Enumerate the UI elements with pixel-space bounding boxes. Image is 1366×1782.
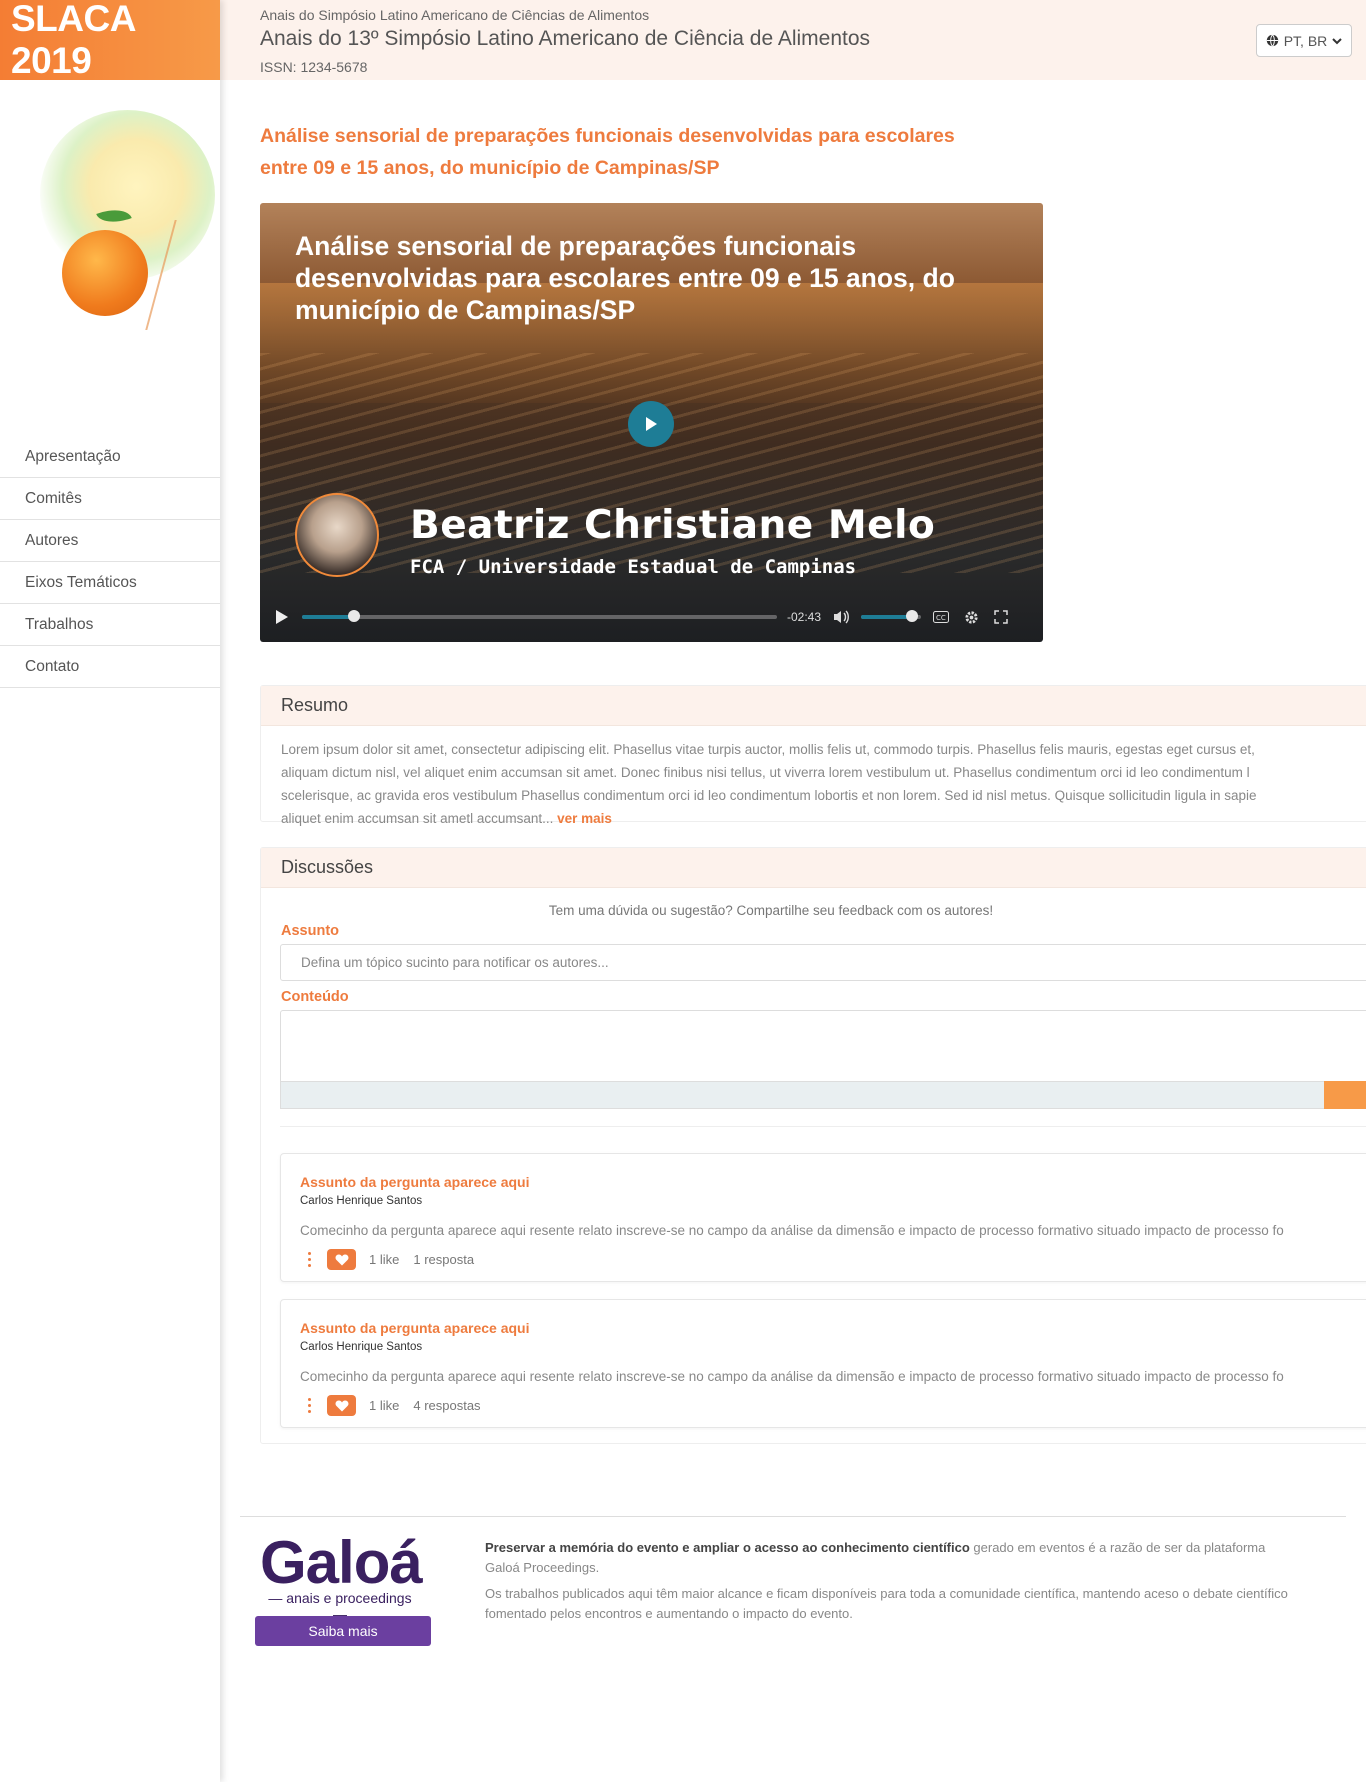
settings-icon bbox=[964, 610, 978, 624]
question-text: Comecinho da pergunta aparece aqui resen… bbox=[300, 1223, 1284, 1238]
control-play-button[interactable] bbox=[272, 607, 292, 627]
divider bbox=[280, 1126, 1366, 1127]
heart-icon bbox=[335, 1400, 348, 1411]
saiba-mais-button[interactable]: Saiba mais bbox=[255, 1616, 431, 1646]
question-actions: 1 like 4 respostas bbox=[303, 1395, 481, 1416]
chevron-down-icon bbox=[1332, 37, 1342, 44]
captions-icon: CC bbox=[933, 611, 950, 623]
question-subject[interactable]: Assunto da pergunta aparece aqui bbox=[300, 1320, 530, 1336]
fullscreen-button[interactable] bbox=[991, 607, 1011, 627]
heart-icon bbox=[335, 1254, 348, 1265]
presenter-institution: FCA / Universidade Estadual de Campinas bbox=[410, 556, 857, 578]
sidebar-nav: Apresentação Comitês Autores Eixos Temát… bbox=[0, 436, 220, 688]
presenter-avatar bbox=[295, 493, 379, 577]
discussions-hint: Tem uma dúvida ou sugestão? Compartilhe … bbox=[548, 903, 994, 918]
volume-button[interactable] bbox=[831, 607, 851, 627]
sidebar: SLACA 2019 13 SLACA Apresentação Comitês… bbox=[0, 0, 220, 1782]
resumo-text: Lorem ipsum dolor sit amet, consectetur … bbox=[261, 726, 1366, 842]
ver-mais-link[interactable]: ver mais bbox=[557, 811, 612, 826]
fullscreen-icon bbox=[994, 610, 1008, 624]
reply-count[interactable]: 4 respostas bbox=[413, 1398, 480, 1413]
progress-bar[interactable] bbox=[302, 610, 777, 622]
volume-handle[interactable] bbox=[906, 610, 919, 622]
language-label: PT, BR bbox=[1283, 32, 1328, 49]
discussions-heading: Discussões bbox=[261, 848, 1366, 888]
brand-title[interactable]: SLACA 2019 bbox=[0, 0, 220, 81]
footer-divider bbox=[240, 1516, 1346, 1517]
like-count: 1 like bbox=[369, 1398, 400, 1413]
resumo-line: aliquet enim accumsan sit ametl accumsan… bbox=[281, 807, 1359, 830]
more-icon[interactable] bbox=[303, 1398, 315, 1413]
subject-input[interactable]: Defina um tópico sucinto para notificar … bbox=[280, 944, 1366, 981]
globe-icon bbox=[1266, 34, 1278, 47]
more-icon[interactable] bbox=[303, 1252, 315, 1267]
like-button[interactable] bbox=[327, 1395, 356, 1416]
footer-text: Preservar a memória do evento e ampliar … bbox=[485, 1538, 1295, 1624]
event-logo[interactable]: 13 SLACA bbox=[0, 80, 220, 350]
sidebar-item-apresentacao[interactable]: Apresentação bbox=[0, 436, 220, 478]
like-button[interactable] bbox=[327, 1249, 356, 1270]
sidebar-item-autores[interactable]: Autores bbox=[0, 520, 220, 562]
sidebar-item-trabalhos[interactable]: Trabalhos bbox=[0, 604, 220, 646]
header-title[interactable]: Anais do 13º Simpósio Latino Americano d… bbox=[260, 27, 870, 51]
editor-toolbar bbox=[280, 1081, 1366, 1109]
question-card: Assunto da pergunta aparece aqui Carlos … bbox=[280, 1299, 1366, 1428]
galoa-logo[interactable]: Galoá — anais e proceedings — bbox=[260, 1529, 423, 1623]
page-title: Análise sensorial de preparações funcion… bbox=[260, 125, 955, 179]
volume-slider[interactable] bbox=[861, 610, 922, 622]
question-subject[interactable]: Assunto da pergunta aparece aqui bbox=[300, 1174, 530, 1190]
header-issn: ISSN: 1234-5678 bbox=[260, 59, 368, 75]
resumo-line: scelerisque, ac gravida eros vestibulum … bbox=[281, 788, 1257, 803]
content-label: Conteúdo bbox=[281, 989, 349, 1005]
discussions-card: Discussões Tem uma dúvida ou sugestão? C… bbox=[260, 847, 1366, 1444]
subject-label: Assunto bbox=[281, 923, 339, 939]
question-author: Carlos Henrique Santos bbox=[300, 1195, 423, 1207]
play-icon bbox=[276, 610, 288, 624]
volume-fill bbox=[861, 615, 913, 619]
video-controls: -02:43 CC bbox=[260, 592, 1043, 642]
progress-fill bbox=[302, 615, 355, 619]
submit-button[interactable] bbox=[1324, 1081, 1366, 1109]
svg-text:CC: CC bbox=[936, 614, 946, 622]
sidebar-item-eixos-tematicos[interactable]: Eixos Temáticos bbox=[0, 562, 220, 604]
progress-handle[interactable] bbox=[348, 610, 361, 622]
resumo-card: Resumo Lorem ipsum dolor sit amet, conse… bbox=[260, 685, 1366, 826]
volume-icon bbox=[834, 610, 849, 624]
play-button[interactable] bbox=[628, 401, 674, 447]
page-header: Anais do Simpósio Latino Americano de Ci… bbox=[220, 0, 1366, 80]
resumo-line: Lorem ipsum dolor sit amet, consectetur … bbox=[281, 742, 1255, 757]
resumo-line: aliquam dictum nisl, vel aliquet enim ac… bbox=[281, 765, 1250, 780]
reply-count[interactable]: 1 resposta bbox=[413, 1252, 474, 1267]
question-actions: 1 like 1 resposta bbox=[303, 1249, 474, 1270]
sidebar-item-comites[interactable]: Comitês bbox=[0, 478, 220, 520]
time-remaining: -02:43 bbox=[787, 610, 822, 624]
footer-paragraph-2: Os trabalhos publicados aqui têm maior a… bbox=[485, 1586, 1288, 1621]
presenter-name: Beatriz Christiane Melo bbox=[410, 503, 936, 548]
logo-text: 13 SLACA bbox=[2, 342, 220, 350]
play-icon bbox=[646, 417, 657, 431]
footer-paragraph-1-bold: Preservar a memória do evento e ampliar … bbox=[485, 1540, 970, 1555]
galoa-logo-word: Galoá bbox=[260, 1529, 423, 1596]
header-kicker: Anais do Simpósio Latino Americano de Ci… bbox=[260, 7, 650, 23]
resumo-heading: Resumo bbox=[261, 686, 1366, 726]
captions-button[interactable]: CC bbox=[931, 607, 951, 627]
video-title: Análise sensorial de preparações funcion… bbox=[295, 231, 955, 325]
sidebar-item-contato[interactable]: Contato bbox=[0, 646, 220, 688]
language-select[interactable]: PT, BR bbox=[1256, 24, 1352, 57]
question-card: Assunto da pergunta aparece aqui Carlos … bbox=[280, 1153, 1366, 1282]
question-author: Carlos Henrique Santos bbox=[300, 1341, 423, 1353]
resumo-line-text: aliquet enim accumsan sit ametl accumsan… bbox=[281, 811, 554, 826]
like-count: 1 like bbox=[369, 1252, 400, 1267]
question-text: Comecinho da pergunta aparece aqui resen… bbox=[300, 1369, 1284, 1384]
content-textarea[interactable] bbox=[280, 1010, 1366, 1092]
settings-button[interactable] bbox=[961, 607, 981, 627]
video-player[interactable]: Análise sensorial de preparações funcion… bbox=[260, 203, 1043, 642]
footer-paragraph-1: Preservar a memória do evento e ampliar … bbox=[485, 1538, 1295, 1578]
galoa-logo-subtitle-text: anais e proceedings bbox=[286, 1590, 412, 1606]
